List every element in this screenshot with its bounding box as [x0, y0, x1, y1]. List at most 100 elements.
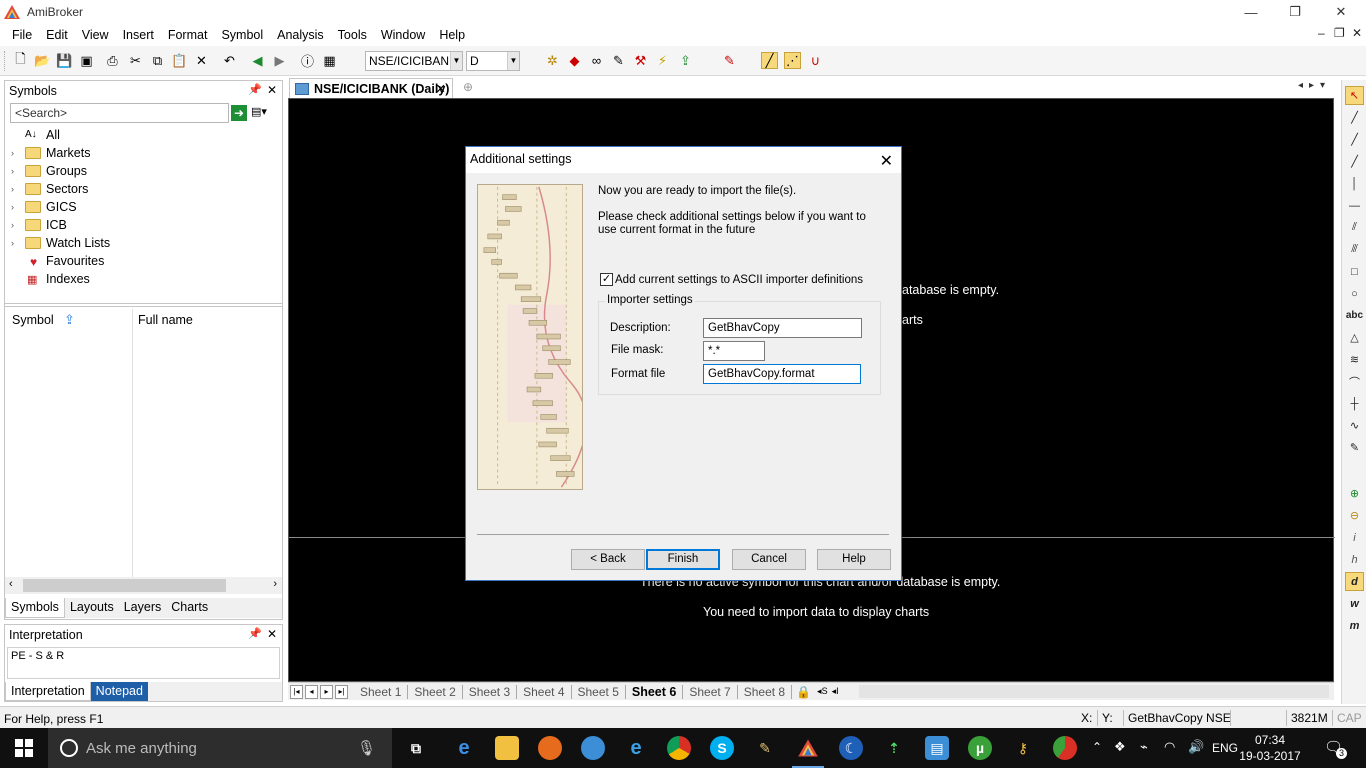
- moon-app-icon[interactable]: ☾: [839, 736, 863, 760]
- mdi-close-button[interactable]: ✕: [1352, 26, 1362, 40]
- sheet-tab-4[interactable]: Sheet 4: [517, 684, 572, 699]
- menu-format[interactable]: Format: [161, 24, 215, 46]
- tree-item-favourites[interactable]: ♥ Favourites: [5, 252, 282, 270]
- menu-file[interactable]: File: [5, 24, 39, 46]
- add-settings-checkbox-label[interactable]: Add current settings to ASCII importer d…: [615, 274, 863, 287]
- sheet-tab-6[interactable]: Sheet 6: [626, 684, 684, 699]
- tree-item-all[interactable]: A↓ All: [5, 126, 282, 144]
- search-go-icon[interactable]: ➜: [231, 105, 247, 121]
- select-arrow-icon[interactable]: ↖: [1345, 86, 1364, 105]
- format-file-field[interactable]: GetBhavCopy.format: [703, 364, 861, 384]
- expand-icon[interactable]: ›: [11, 166, 14, 176]
- tab-layouts[interactable]: Layouts: [65, 598, 119, 618]
- menu-insert[interactable]: Insert: [116, 24, 161, 46]
- pen-color-icon[interactable]: ✎: [721, 52, 738, 69]
- sheet-tab-3[interactable]: Sheet 3: [463, 684, 518, 699]
- export-icon[interactable]: ⇪: [677, 52, 694, 69]
- close-window-button[interactable]: ✕: [1318, 0, 1364, 24]
- sheet-scroll-icon[interactable]: ◂I: [830, 686, 841, 697]
- expand-icon[interactable]: ›: [11, 184, 14, 194]
- interval-w-icon[interactable]: w: [1345, 594, 1364, 613]
- expand-icon[interactable]: ›: [11, 148, 14, 158]
- dialog-close-button[interactable]: ✕: [880, 150, 893, 174]
- chrome-icon[interactable]: [667, 736, 691, 760]
- dropbox-icon[interactable]: ❖: [1114, 739, 1126, 755]
- tab-symbols[interactable]: Symbols: [5, 598, 65, 618]
- paste-icon[interactable]: 📋: [171, 52, 188, 69]
- wifi-icon[interactable]: ◠: [1164, 739, 1175, 755]
- interval-combo[interactable]: D ▼: [466, 51, 520, 71]
- system-clock[interactable]: 07:34 19-03-2017: [1238, 732, 1302, 764]
- menu-view[interactable]: View: [75, 24, 116, 46]
- undo-icon[interactable]: ↶: [221, 52, 238, 69]
- tree-item-icb[interactable]: › ICB: [5, 216, 282, 234]
- copy-icon[interactable]: ⧉: [149, 52, 166, 69]
- tab-charts[interactable]: Charts: [166, 598, 213, 618]
- panel-splitter[interactable]: [5, 303, 282, 307]
- back-arrow-icon[interactable]: ◀: [249, 52, 266, 69]
- pie-app-icon[interactable]: [1053, 736, 1077, 760]
- download-app-icon[interactable]: ⇡: [882, 736, 906, 760]
- cortana-search[interactable]: Ask me anything 🎙: [48, 728, 392, 768]
- zoom-in-icon[interactable]: ⊕: [1345, 484, 1364, 503]
- add-tab-icon[interactable]: ⊕: [463, 80, 473, 94]
- symbol-combo[interactable]: NSE/ICICIBANK ▼: [365, 51, 463, 71]
- volume-icon[interactable]: 🔊: [1188, 739, 1204, 755]
- expand-icon[interactable]: ›: [11, 202, 14, 212]
- tab-interpretation[interactable]: Interpretation: [5, 682, 91, 701]
- expand-icon[interactable]: ›: [11, 220, 14, 230]
- magnet-icon[interactable]: ∪: [807, 52, 824, 69]
- new-file-icon[interactable]: 🗋: [12, 51, 29, 69]
- mdi-restore-button[interactable]: ❐: [1334, 26, 1345, 40]
- tab-navigation-icon[interactable]: ◂▸▾: [1298, 80, 1331, 91]
- tree-item-indexes[interactable]: ▦ Indexes: [5, 270, 282, 288]
- microphone-icon[interactable]: 🎙: [357, 739, 376, 757]
- wand-icon[interactable]: ⚡: [654, 52, 671, 69]
- sheet-options-icon[interactable]: ◂S: [815, 686, 830, 697]
- tab-layers[interactable]: Layers: [119, 598, 167, 618]
- utorrent-icon[interactable]: µ: [968, 736, 992, 760]
- language-indicator[interactable]: ENG: [1212, 741, 1238, 755]
- text-icon[interactable]: abc: [1345, 306, 1364, 325]
- column-symbol[interactable]: Symbol: [12, 313, 54, 327]
- power-icon[interactable]: ⌁: [1140, 739, 1148, 755]
- trend-line-icon[interactable]: ╱: [1345, 108, 1364, 127]
- menu-analysis[interactable]: Analysis: [270, 24, 331, 46]
- pencil-icon[interactable]: ✎: [1345, 438, 1364, 457]
- internet-explorer-icon[interactable]: e: [624, 736, 648, 760]
- menu-window[interactable]: Window: [374, 24, 432, 46]
- draw-dotted-icon[interactable]: ⋰: [784, 52, 801, 69]
- key-app-icon[interactable]: ⚷: [1011, 736, 1035, 760]
- pin-icon[interactable]: 📌: [248, 83, 262, 96]
- interval-m-icon[interactable]: m: [1345, 616, 1364, 635]
- fan-icon[interactable]: ⫻: [1345, 240, 1364, 259]
- mdi-minimize-button[interactable]: –: [1318, 26, 1325, 40]
- thunderbird-icon[interactable]: [581, 736, 605, 760]
- sheet-scrollbar[interactable]: [859, 685, 1329, 698]
- column-full-name[interactable]: Full name: [138, 313, 193, 327]
- menu-edit[interactable]: Edit: [39, 24, 75, 46]
- document-tab[interactable]: NSE/ICICIBANK (Daily) ✕: [289, 78, 453, 98]
- save-all-icon[interactable]: ▣: [78, 52, 95, 69]
- cancel-button[interactable]: Cancel: [732, 549, 806, 570]
- monitor-app-icon[interactable]: ▤: [925, 736, 949, 760]
- print-icon[interactable]: ⎙: [104, 52, 121, 69]
- vertical-line-icon[interactable]: │: [1345, 174, 1364, 193]
- scroll-left-icon[interactable]: ‹: [9, 578, 13, 590]
- save-icon[interactable]: 💾: [56, 52, 73, 69]
- grid-icon[interactable]: ▦: [321, 52, 338, 69]
- rectangle-icon[interactable]: □: [1345, 262, 1364, 281]
- interval-d-icon[interactable]: d: [1345, 572, 1364, 591]
- menu-symbol[interactable]: Symbol: [214, 24, 270, 46]
- skype-icon[interactable]: S: [710, 736, 734, 760]
- sheet-tab-1[interactable]: Sheet 1: [354, 684, 409, 699]
- cycles-icon[interactable]: ┼: [1345, 394, 1364, 413]
- zoom-out-icon[interactable]: ⊖: [1345, 506, 1364, 525]
- file-explorer-icon[interactable]: [495, 736, 519, 760]
- scroll-thumb[interactable]: [23, 579, 226, 592]
- zigzag-icon[interactable]: ∿: [1345, 416, 1364, 435]
- description-field[interactable]: GetBhavCopy: [703, 318, 862, 338]
- search-options-icon[interactable]: ▤▾: [251, 105, 279, 121]
- info-icon[interactable]: ⓘ: [299, 52, 316, 69]
- add-settings-checkbox[interactable]: ✓: [600, 273, 613, 286]
